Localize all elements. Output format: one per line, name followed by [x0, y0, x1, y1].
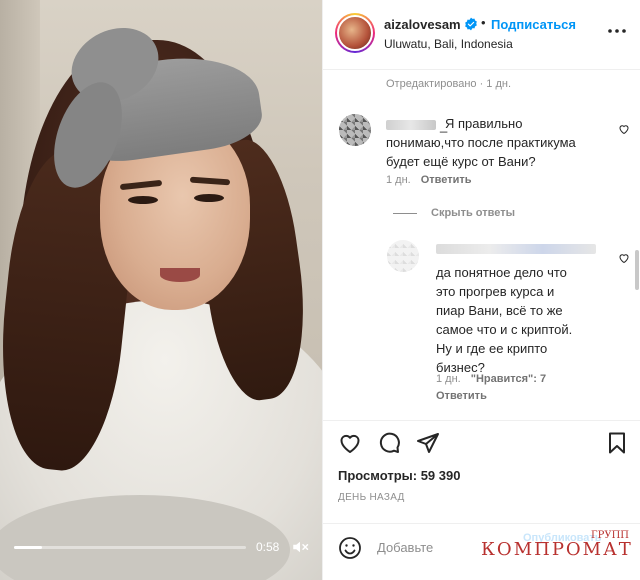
video-time: 0:58 [256, 540, 280, 554]
comment-avatar[interactable] [339, 114, 371, 146]
watermark-logo: КОМПРОМАТ [481, 539, 633, 560]
reply-username-blurred[interactable] [436, 244, 596, 254]
reply-reply-meta: Ответить [436, 390, 487, 402]
comment-text: Я правильно понимаю,что после практикума… [386, 116, 576, 169]
post-panel: aizalovesam • Подписаться Uluwatu, Bali,… [322, 0, 640, 580]
comment-input[interactable]: Добавьте [377, 540, 433, 555]
video-subject-eye [194, 194, 224, 202]
comment-time: 1 дн. [386, 174, 411, 186]
like-comment-heart-icon[interactable] [618, 123, 630, 135]
mute-icon[interactable] [291, 538, 309, 556]
hide-replies-line [393, 212, 417, 214]
post-date: ДЕНЬ НАЗАД [338, 492, 405, 503]
like-heart-icon[interactable] [338, 431, 362, 455]
username[interactable]: aizalovesam [384, 17, 461, 32]
reply-time: 1 дн. [436, 373, 461, 385]
reply-reply-button[interactable]: Ответить [436, 390, 487, 402]
more-options-icon[interactable] [607, 26, 627, 36]
hide-replies-label: Скрыть ответы [431, 207, 515, 219]
post-header: aizalovesam • Подписаться Uluwatu, Bali,… [323, 0, 640, 70]
reply-likes[interactable]: "Нравится": 7 [471, 373, 546, 385]
post-actions [323, 420, 640, 460]
video-player[interactable]: 0:58 [0, 0, 322, 580]
reply-button[interactable]: Ответить [421, 174, 472, 186]
verified-badge-icon [465, 17, 477, 31]
add-comment-bar: Добавьте Опубликовать КОМПРОМАТ ГРУПП [323, 523, 640, 580]
avatar[interactable] [335, 13, 375, 53]
video-subject-mouth [160, 268, 200, 282]
save-bookmark-icon[interactable] [605, 431, 629, 455]
follow-button[interactable]: Подписаться [491, 17, 576, 32]
hide-replies-button[interactable]: Скрыть ответы [393, 207, 515, 219]
reply-avatar[interactable] [387, 240, 419, 272]
video-progress-fill [14, 546, 42, 549]
comment-bubble-icon[interactable] [377, 431, 401, 455]
reply-text: да понятное дело что это прогрев курса и… [436, 265, 573, 375]
emoji-icon[interactable] [338, 536, 362, 560]
share-paper-plane-icon[interactable] [416, 431, 440, 455]
location-link[interactable]: Uluwatu, Bali, Indonesia [384, 37, 513, 51]
separator-dot: • [481, 15, 486, 30]
like-reply-heart-icon[interactable] [618, 252, 630, 264]
comment-meta: 1 дн. Ответить [386, 174, 472, 186]
video-subject-eye [128, 196, 158, 204]
video-controls: 0:58 [0, 530, 322, 570]
comments-scrollbar[interactable] [635, 250, 639, 290]
caption-meta: Отредактировано · 1 дн. [386, 78, 512, 90]
views-count[interactable]: Просмотры: 59 390 [338, 468, 460, 483]
reply-meta: 1 дн. "Нравится": 7 [436, 373, 546, 385]
video-progress-bar[interactable] [14, 546, 246, 549]
watermark-logo-sup: ГРУПП [591, 530, 630, 541]
